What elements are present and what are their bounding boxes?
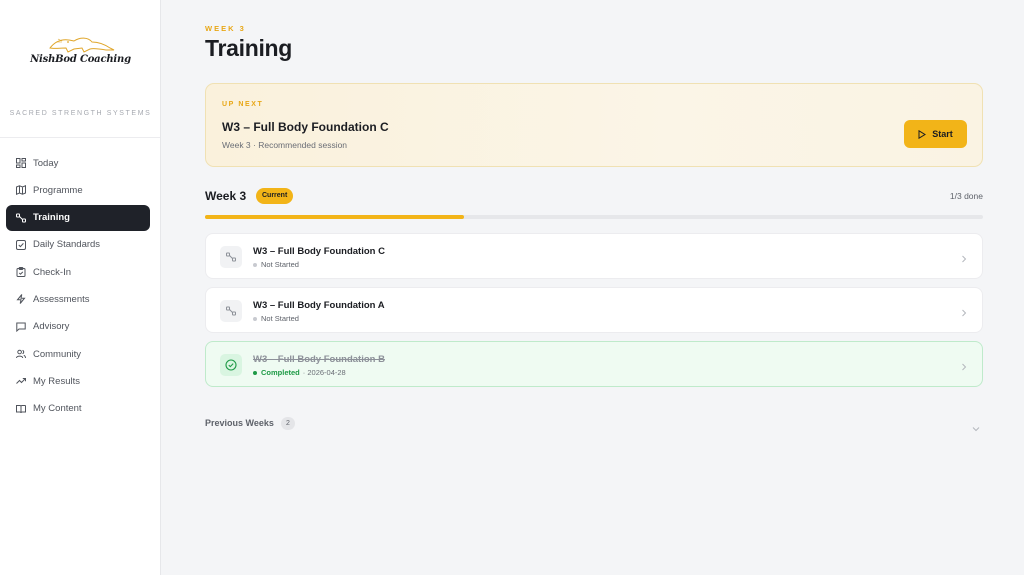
- sidebar-item-label: My Results: [33, 375, 80, 387]
- current-badge: Current: [256, 188, 294, 204]
- session-row-foundation-c[interactable]: W3 – Full Body Foundation C Not Started: [205, 233, 983, 279]
- page-title: Training: [205, 35, 293, 61]
- session-row-foundation-b[interactable]: W3 – Full Body Foundation B Completed · …: [205, 341, 983, 387]
- check-square-icon: [15, 239, 26, 250]
- sidebar-item-label: Daily Standards: [33, 239, 101, 251]
- dumbbell-icon: [220, 300, 242, 322]
- sidebar-nav: Today Programme Training Daily Standards…: [6, 150, 150, 423]
- check-circle-icon: [220, 354, 242, 376]
- play-icon: [918, 129, 927, 139]
- brand-logo[interactable]: NishBod Coaching: [0, 30, 161, 80]
- sidebar-item-community[interactable]: Community: [6, 341, 150, 367]
- done-count: 1/3 done: [949, 191, 983, 201]
- bolt-icon: [15, 294, 26, 305]
- sidebar-item-assessments[interactable]: Assessments: [6, 286, 150, 312]
- session-title: W3 – Full Body Foundation C: [253, 246, 385, 257]
- week-header: Week 3 Current 1/3 done: [205, 188, 983, 206]
- week-progress-bar: [205, 215, 983, 219]
- sidebar-item-label: Community: [33, 348, 82, 360]
- chevron-right-icon: [961, 251, 967, 269]
- sidebar-item-label: Programme: [33, 184, 83, 196]
- otter-logo-icon: [49, 37, 115, 53]
- sidebar-item-check-in[interactable]: Check-In: [6, 259, 150, 285]
- up-next-subtitle: Week 3 · Recommended session: [222, 140, 348, 150]
- sidebar-item-label: Today: [33, 157, 59, 169]
- sidebar-item-advisory[interactable]: Advisory: [6, 314, 150, 340]
- session-date: · 2026-04-28: [302, 368, 346, 377]
- session-status-text: Completed: [261, 368, 300, 377]
- status-dot: [253, 262, 257, 267]
- main-content: WEEK 3 Training UP NEXT W3 – Full Body F…: [161, 0, 1024, 575]
- sidebar-item-label: Advisory: [33, 321, 70, 333]
- week-kicker: WEEK 3: [205, 24, 246, 33]
- book-icon: [15, 403, 26, 414]
- users-icon: [15, 349, 26, 360]
- chevron-down-icon: [971, 419, 981, 437]
- session-title: W3 – Full Body Foundation B: [253, 354, 385, 365]
- chevron-right-icon: [961, 305, 967, 323]
- session-status: Not Started: [253, 260, 299, 269]
- session-status: Not Started: [253, 314, 299, 323]
- sidebar-item-label: Check-In: [33, 266, 72, 278]
- sidebar-divider: [0, 137, 160, 138]
- up-next-card: UP NEXT W3 – Full Body Foundation C Week…: [205, 83, 983, 167]
- sidebar-item-programme[interactable]: Programme: [6, 177, 150, 203]
- trend-icon: [15, 376, 26, 387]
- chevron-right-icon: [961, 359, 967, 377]
- grid-icon: [15, 158, 26, 169]
- week-progress-fill: [205, 215, 465, 219]
- previous-weeks-label: Previous Weeks: [205, 418, 274, 428]
- sidebar-item-training[interactable]: Training: [6, 204, 150, 231]
- sidebar-item-daily-standards[interactable]: Daily Standards: [6, 232, 150, 258]
- session-title: W3 – Full Body Foundation A: [253, 300, 385, 311]
- brand-name: NishBod Coaching: [30, 54, 131, 65]
- previous-weeks-count: 2: [281, 417, 295, 430]
- previous-weeks-toggle[interactable]: Previous Weeks 2: [205, 416, 983, 432]
- map-icon: [15, 185, 26, 196]
- session-row-foundation-a[interactable]: W3 – Full Body Foundation A Not Started: [205, 287, 983, 333]
- session-status-text: Not Started: [261, 314, 299, 323]
- start-button-label: Start: [932, 129, 953, 139]
- week-label: Week 3: [205, 189, 247, 203]
- sidebar-item-my-results[interactable]: My Results: [6, 368, 150, 394]
- brand-tagline: SACRED STRENGTH SYSTEMS: [9, 110, 152, 117]
- sidebar: NishBod Coaching SACRED STRENGTH SYSTEMS…: [0, 0, 161, 575]
- clipboard-icon: [15, 267, 26, 278]
- status-dot: [253, 316, 257, 321]
- session-status: Completed · 2026-04-28: [253, 368, 346, 377]
- sidebar-item-today[interactable]: Today: [6, 150, 150, 176]
- sidebar-item-label: My Content: [33, 403, 82, 415]
- chat-icon: [15, 321, 26, 332]
- sidebar-item-label: Assessments: [33, 293, 90, 305]
- session-status-text: Not Started: [261, 260, 299, 269]
- dumbbell-icon: [220, 246, 242, 268]
- sidebar-item-label: Training: [33, 212, 70, 224]
- dumbbell-icon: [15, 212, 26, 223]
- status-dot: [253, 370, 257, 375]
- up-next-kicker: UP NEXT: [222, 101, 264, 108]
- sidebar-item-my-content[interactable]: My Content: [6, 396, 150, 422]
- start-button[interactable]: Start: [904, 120, 967, 148]
- up-next-title: W3 – Full Body Foundation C: [222, 120, 389, 134]
